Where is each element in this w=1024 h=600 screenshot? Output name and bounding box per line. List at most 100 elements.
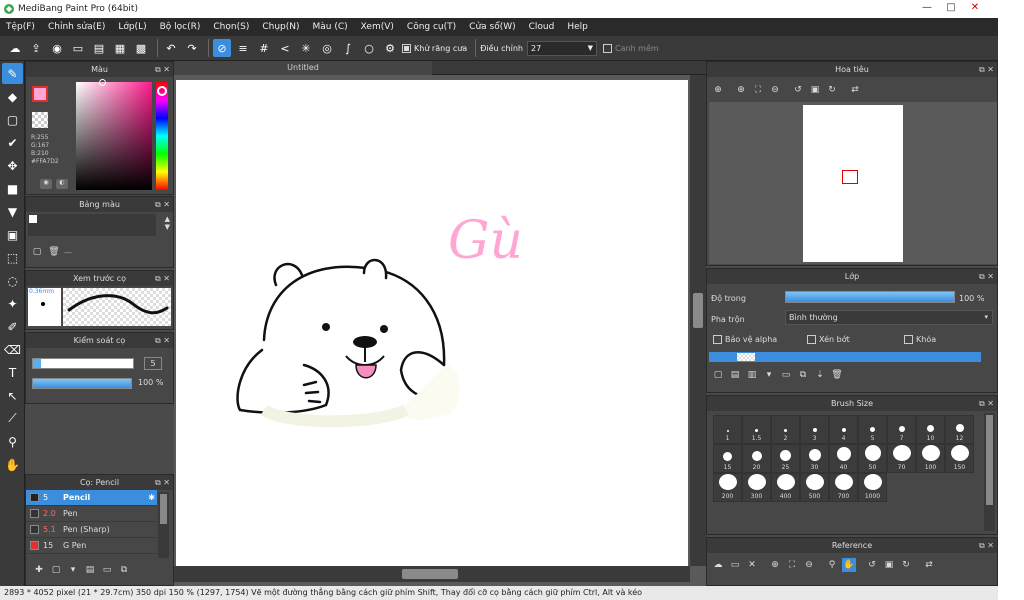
brush-size-option[interactable]: 30 xyxy=(800,444,829,473)
canvas-vertical-scrollbar[interactable] xyxy=(690,75,706,566)
eyedropper-tool-icon[interactable]: ⚲ xyxy=(2,431,23,452)
brush-size-option[interactable]: 15 xyxy=(713,444,742,473)
scrollbar-thumb[interactable] xyxy=(402,569,458,579)
brush-size-option[interactable]: 100 xyxy=(916,444,945,473)
scrollbar-thumb[interactable] xyxy=(986,415,993,505)
menu-snap[interactable]: Chụp(N) xyxy=(262,22,299,32)
close-window-button[interactable]: ✕ xyxy=(964,1,986,15)
brush-size-option[interactable]: 1 xyxy=(713,415,742,444)
brush-opacity-slider[interactable] xyxy=(32,378,132,389)
brush-size-option[interactable]: 20 xyxy=(742,444,771,473)
smooth-option[interactable]: Canh mềm xyxy=(602,43,659,53)
scrollbar-thumb[interactable] xyxy=(160,494,167,524)
navigator-viewport-rect[interactable] xyxy=(842,170,858,184)
duplicate-icon[interactable]: ⧉ xyxy=(117,563,131,577)
cloud-icon[interactable]: ☁ xyxy=(6,39,24,57)
marquee-tool-icon[interactable]: ⬚ xyxy=(2,247,23,268)
close-icon[interactable]: ✕ xyxy=(745,558,759,572)
brush-add-icon[interactable]: ✚ xyxy=(32,563,46,577)
move-tool-icon[interactable]: ✥ xyxy=(2,155,23,176)
flip-icon[interactable]: ⇄ xyxy=(922,558,936,572)
menu-view[interactable]: Xem(V) xyxy=(361,22,394,32)
clipping-checkbox[interactable] xyxy=(807,335,816,344)
snap-circle-icon[interactable]: ○ xyxy=(360,39,378,57)
text-tool-icon[interactable]: T xyxy=(2,362,23,383)
zoom-in-icon[interactable]: ⊕ xyxy=(768,558,782,572)
new-halftone-layer-icon[interactable]: ▤ xyxy=(728,368,742,382)
hue-slider-handle[interactable] xyxy=(157,86,167,96)
trash-icon[interactable]: 🗑 xyxy=(47,245,61,259)
brush-size-option[interactable]: 2 xyxy=(771,415,800,444)
clipping-option[interactable]: Xén bớt xyxy=(807,335,850,344)
brush-size-option[interactable]: 150 xyxy=(945,444,974,473)
undo-icon[interactable]: ↶ xyxy=(162,39,180,57)
tab-untitled[interactable]: Untitled xyxy=(174,61,432,75)
color-picker-cursor[interactable] xyxy=(99,79,106,86)
brush-size-option[interactable]: 1000 xyxy=(858,473,887,502)
new-layer-icon[interactable]: ▢ xyxy=(711,368,725,382)
rect-fill-tool-icon[interactable]: ■ xyxy=(2,178,23,199)
reset-view-icon[interactable]: ▣ xyxy=(808,83,822,97)
snap-curve-icon[interactable]: ∫ xyxy=(339,39,357,57)
brush-item-pen[interactable]: 2.0 Pen xyxy=(26,506,157,522)
snap-settings-icon[interactable]: ⚙ xyxy=(381,39,399,57)
new-palette-icon[interactable]: ▢ xyxy=(30,245,44,259)
select-eraser-tool-icon[interactable]: ⌫ xyxy=(2,339,23,360)
saturation-value-picker[interactable] xyxy=(76,79,152,190)
menu-layer[interactable]: Lớp(L) xyxy=(118,22,146,32)
comment-icon[interactable]: ◉ xyxy=(48,39,66,57)
snap-off-icon[interactable]: ⊘ xyxy=(213,39,231,57)
zoom-in-icon[interactable]: ⊕ xyxy=(734,83,748,97)
menu-edit[interactable]: Chỉnh sửa(E) xyxy=(48,22,105,32)
brush-size-option[interactable]: 50 xyxy=(858,444,887,473)
brush-item-pen-sharp[interactable]: 5.1 Pen (Sharp) xyxy=(26,522,157,538)
open-folder-icon[interactable]: ▭ xyxy=(728,558,742,572)
lasso-tool-icon[interactable]: ◌ xyxy=(2,270,23,291)
panel-controls-icon[interactable]: ⧉ ✕ xyxy=(979,396,994,411)
color-mode-icon[interactable]: ◉ xyxy=(40,179,52,189)
hue-slider[interactable] xyxy=(156,82,168,190)
menu-tools[interactable]: Công cụ(T) xyxy=(407,22,456,32)
lock-option[interactable]: Khóa xyxy=(904,335,936,344)
adjust-dropdown[interactable]: 27 ▼ xyxy=(526,40,597,56)
upload-icon[interactable]: ⇪ xyxy=(27,39,45,57)
zoom-in-icon[interactable]: ⊕ xyxy=(711,83,725,97)
zoom-out-icon[interactable]: ⊖ xyxy=(768,83,782,97)
menu-window[interactable]: Cửa sổ(W) xyxy=(469,22,515,32)
primary-color-swatch[interactable] xyxy=(32,86,48,102)
snap-radial-icon[interactable]: ✳ xyxy=(297,39,315,57)
brush-size-option[interactable]: 1.5 xyxy=(742,415,771,444)
hand-tool-icon[interactable]: ✋ xyxy=(2,454,23,475)
layer-opacity-slider[interactable] xyxy=(785,291,955,303)
brush-settings-icon[interactable]: ▤ xyxy=(83,563,97,577)
brush-size-option[interactable]: 700 xyxy=(829,473,858,502)
merge-down-icon[interactable]: ⇣ xyxy=(813,368,827,382)
menu-color[interactable]: Màu (C) xyxy=(313,22,348,32)
brush-size-option[interactable]: 10 xyxy=(916,415,945,444)
trash-icon[interactable]: 🗑 xyxy=(830,368,844,382)
select-tool-icon[interactable]: ✔ xyxy=(2,132,23,153)
cloud-icon[interactable]: ☁ xyxy=(711,558,725,572)
new-8bit-layer-icon[interactable]: ▥ xyxy=(745,368,759,382)
bucket-tool-icon[interactable]: ▼ xyxy=(2,201,23,222)
brush-size-option[interactable]: 500 xyxy=(800,473,829,502)
flip-icon[interactable]: ⇄ xyxy=(848,83,862,97)
grid-icon[interactable]: ▩ xyxy=(132,39,150,57)
panel-controls-icon[interactable]: ⧉ ✕ xyxy=(979,62,994,77)
add-layer-menu-icon[interactable]: ▾ xyxy=(762,368,776,382)
rotate-right-icon[interactable]: ↻ xyxy=(899,558,913,572)
rotate-right-icon[interactable]: ↻ xyxy=(825,83,839,97)
drawing-canvas[interactable]: Gù xyxy=(176,80,688,566)
eyedropper-icon[interactable]: ⚲ xyxy=(825,558,839,572)
maximize-button[interactable]: □ xyxy=(940,1,962,15)
gradient-tool-icon[interactable]: ▣ xyxy=(2,224,23,245)
brush-menu-icon[interactable]: ▾ xyxy=(66,563,80,577)
menu-cloud[interactable]: Cloud xyxy=(529,22,555,32)
snap-perspective-icon[interactable]: < xyxy=(276,39,294,57)
document-icon[interactable]: ▤ xyxy=(90,39,108,57)
divide-tool-icon[interactable]: ⟋ xyxy=(2,408,23,429)
brush-size-option[interactable]: 70 xyxy=(887,444,916,473)
snap-grid-icon[interactable]: # xyxy=(255,39,273,57)
eraser-tool-icon[interactable]: ◆ xyxy=(2,86,23,107)
brush-size-option[interactable]: 200 xyxy=(713,473,742,502)
